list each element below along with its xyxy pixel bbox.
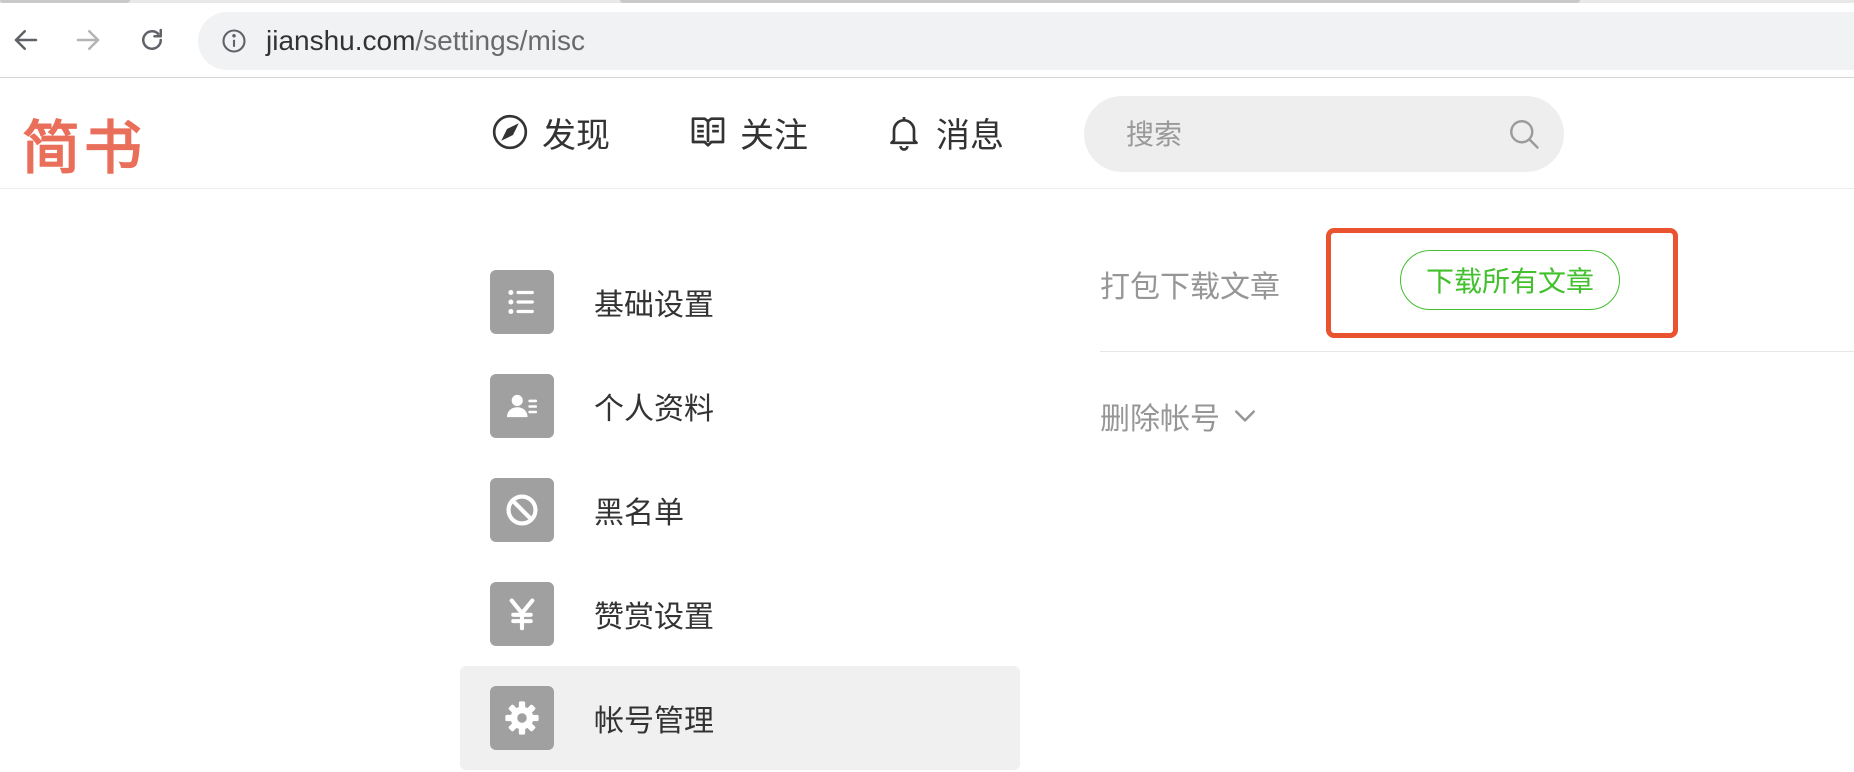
block-icon bbox=[490, 478, 554, 542]
nav-messages[interactable]: 消息 bbox=[884, 109, 1004, 156]
reload-icon bbox=[142, 28, 162, 50]
arrow-left-icon bbox=[14, 30, 38, 50]
sidebar-item-label: 赞赏设置 bbox=[594, 600, 714, 635]
sidebar-item-basic-settings[interactable]: 基础设置 bbox=[460, 250, 1020, 354]
sidebar-item-label: 帐号管理 bbox=[594, 704, 714, 739]
info-icon[interactable] bbox=[220, 27, 248, 55]
sidebar-item-blacklist[interactable]: 黑名单 bbox=[460, 458, 1020, 562]
profile-card-icon bbox=[490, 374, 554, 438]
book-icon bbox=[691, 117, 725, 147]
sidebar-item-label: 个人资料 bbox=[594, 392, 714, 427]
download-articles-label: 打包下载文章 bbox=[1100, 270, 1280, 305]
reload-button[interactable] bbox=[134, 22, 170, 58]
url-path: /settings/misc bbox=[415, 25, 586, 56]
delete-account-label: 删除帐号 bbox=[1100, 402, 1220, 437]
chevron-down-icon bbox=[1235, 410, 1255, 422]
site-logo[interactable]: 简书 bbox=[22, 101, 146, 185]
url-host: jianshu.com bbox=[266, 25, 416, 56]
back-button[interactable] bbox=[8, 22, 44, 58]
browser-toolbar: jianshu.com/settings/misc bbox=[0, 0, 1854, 78]
gear-icon bbox=[490, 686, 554, 750]
sidebar-item-label: 黑名单 bbox=[594, 496, 684, 531]
forward-button[interactable] bbox=[70, 22, 106, 58]
tab-edge bbox=[0, 0, 130, 3]
sidebar-item-account-management[interactable]: 帐号管理 bbox=[460, 666, 1020, 770]
nav-label: 消息 bbox=[936, 115, 1004, 156]
url-text: jianshu.com/settings/misc bbox=[266, 25, 585, 57]
site-header: 简书 发现 关注 消息 bbox=[0, 79, 1854, 189]
download-all-articles-button[interactable]: 下载所有文章 bbox=[1400, 250, 1620, 310]
sidebar-item-profile[interactable]: 个人资料 bbox=[460, 354, 1020, 458]
list-icon bbox=[490, 270, 554, 334]
arrow-right-icon bbox=[76, 30, 100, 50]
yen-icon bbox=[490, 582, 554, 646]
search-box bbox=[1084, 96, 1564, 172]
compass-icon bbox=[492, 114, 528, 150]
divider bbox=[1100, 351, 1854, 352]
address-bar[interactable]: jianshu.com/settings/misc bbox=[198, 12, 1854, 70]
delete-account-toggle[interactable]: 删除帐号 bbox=[1100, 394, 1260, 438]
search-input[interactable] bbox=[1126, 114, 1466, 154]
nav-label: 发现 bbox=[542, 115, 610, 156]
search-icon[interactable] bbox=[1506, 116, 1542, 152]
tab-edge bbox=[620, 0, 1580, 3]
bell-icon bbox=[890, 117, 918, 151]
sidebar-item-reward-settings[interactable]: 赞赏设置 bbox=[460, 562, 1020, 666]
nav-follow[interactable]: 关注 bbox=[688, 109, 808, 156]
sidebar-item-label: 基础设置 bbox=[594, 288, 714, 323]
nav-label: 关注 bbox=[740, 115, 808, 156]
nav-discover[interactable]: 发现 bbox=[490, 109, 610, 156]
